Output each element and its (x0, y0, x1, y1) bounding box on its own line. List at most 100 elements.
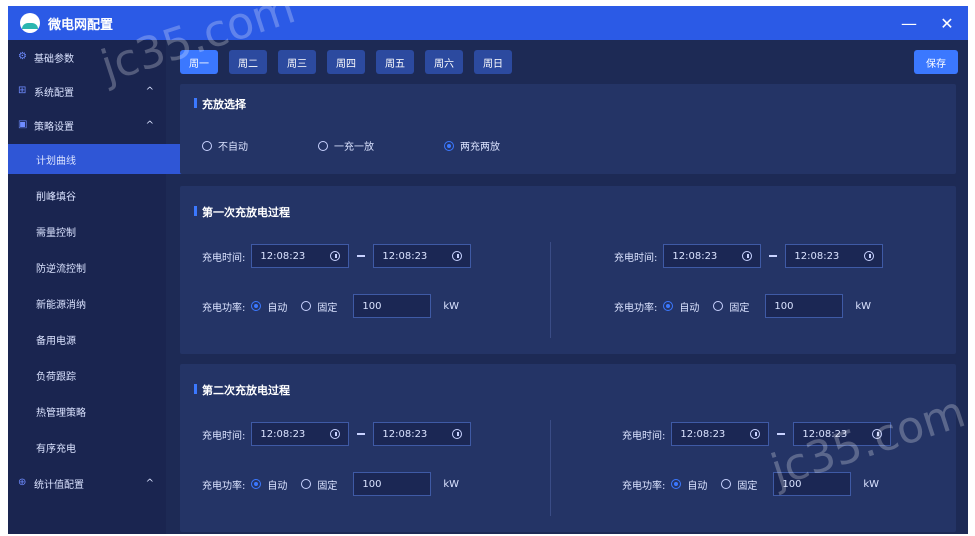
radio-selected-icon (251, 479, 262, 489)
mode-fixed-label: 固定 (729, 302, 750, 314)
app-window: 微电网配置 — ✕ ⚙ 基础参数 ⊞ 系统配置 ^ ▣ 策略设置 ^ 计划曲线 … (8, 0, 971, 534)
sidebar-item-stats-config[interactable]: ⊕ 统计值配置 ^ (8, 466, 166, 500)
sidebar-item-label: 防逆流控制 (36, 263, 86, 275)
charge-power-label: 充电功率: (202, 480, 246, 492)
sidebar-item-ordered-charging[interactable]: 有序充电 (8, 430, 194, 464)
radio-unselected-icon (318, 140, 328, 151)
radio-selected-icon (663, 301, 674, 311)
sidebar-item-demand-control[interactable]: 需量控制 (8, 214, 194, 248)
power-input[interactable]: 100 (765, 294, 844, 318)
clock-icon (330, 429, 341, 439)
start-time-input[interactable]: 12:08:23 (663, 244, 762, 268)
mode-fixed[interactable]: 固定 (721, 477, 757, 492)
tab-wednesday[interactable]: 周三 (278, 50, 316, 74)
tab-monday[interactable]: 周一 (180, 50, 218, 74)
range-dash (769, 255, 778, 257)
tab-tuesday[interactable]: 周二 (229, 50, 267, 74)
sidebar-item-basic-params[interactable]: ⚙ 基础参数 (8, 40, 166, 74)
mode-fixed-label: 固定 (317, 480, 338, 492)
clock-icon (452, 251, 463, 261)
mode-auto[interactable]: 自动 (251, 477, 287, 492)
power-input[interactable]: 100 (353, 294, 432, 318)
start-time-input[interactable]: 12:08:23 (251, 244, 350, 268)
process-1-panel: 第一次充放电过程 充电时间: 12:08:23 12:08:23 充电功率: 自… (180, 186, 956, 354)
radio-unselected-icon (301, 479, 312, 489)
process-2-left-power-row: 充电功率: 自动 固定 100 kW (202, 472, 459, 496)
sidebar-item-label: 新能源消纳 (36, 299, 86, 311)
settings-icon: ⚙ (18, 51, 27, 62)
charge-power-label: 充电功率: (622, 480, 666, 492)
process-2-left-time-row: 充电时间: 12:08:23 12:08:23 (202, 422, 472, 446)
radio-selected-icon (671, 479, 682, 489)
power-value: 100 (362, 478, 382, 490)
option-not-auto[interactable]: 不自动 (202, 138, 248, 153)
radio-unselected-icon (301, 301, 312, 311)
start-time-input[interactable]: 12:08:23 (671, 422, 770, 446)
sidebar-item-load-tracking[interactable]: 负荷跟踪 (8, 358, 194, 392)
window-title: 微电网配置 (48, 17, 114, 33)
tab-sunday[interactable]: 周日 (474, 50, 512, 74)
sidebar-item-plan-curve[interactable]: 计划曲线 (8, 144, 194, 174)
sidebar-item-thermal[interactable]: 热管理策略 (8, 394, 194, 428)
option-two-charge-two-discharge[interactable]: 两充两放 (444, 138, 500, 153)
power-value: 100 (782, 478, 802, 490)
process-2-right-time-row: 充电时间: 12:08:23 12:08:23 (622, 422, 892, 446)
mode-auto[interactable]: 自动 (251, 299, 287, 314)
sidebar-item-anti-backflow[interactable]: 防逆流控制 (8, 250, 194, 284)
clock-icon (872, 429, 883, 439)
end-time-input[interactable]: 12:08:23 (373, 244, 472, 268)
charge-select-title: 充放选择 (194, 96, 246, 112)
sidebar-item-system-config[interactable]: ⊞ 系统配置 ^ (8, 74, 166, 108)
sidebar-item-strategy[interactable]: ▣ 策略设置 ^ (8, 108, 166, 142)
close-button[interactable]: ✕ (938, 14, 956, 33)
end-time-input[interactable]: 12:08:23 (793, 422, 892, 446)
mode-auto-label: 自动 (267, 480, 288, 492)
power-input[interactable]: 100 (773, 472, 852, 496)
sidebar-item-peak-shaving[interactable]: 削峰填谷 (8, 178, 194, 212)
end-time-input[interactable]: 12:08:23 (373, 422, 472, 446)
radio-unselected-icon (202, 140, 212, 151)
clock-icon (452, 429, 463, 439)
end-time-value: 12:08:23 (382, 428, 428, 440)
option-one-charge-one-discharge[interactable]: 一充一放 (318, 138, 374, 153)
sidebar-item-label: 系统配置 (34, 87, 74, 99)
power-unit: kW (443, 300, 460, 312)
tab-thursday[interactable]: 周四 (327, 50, 365, 74)
day-tabs: 周一 周二 周三 周四 周五 周六 周日 (180, 50, 512, 74)
sidebar-item-label: 负荷跟踪 (36, 371, 76, 383)
sidebar-item-label: 基础参数 (34, 53, 74, 65)
minimize-button[interactable]: — (900, 14, 918, 33)
charge-time-label: 充电时间: (202, 430, 246, 442)
mode-auto[interactable]: 自动 (663, 299, 699, 314)
start-time-input[interactable]: 12:08:23 (251, 422, 350, 446)
mode-fixed-label: 固定 (737, 480, 758, 492)
end-time-input[interactable]: 12:08:23 (785, 244, 884, 268)
mode-auto[interactable]: 自动 (671, 477, 707, 492)
sidebar: ⚙ 基础参数 ⊞ 系统配置 ^ ▣ 策略设置 ^ 计划曲线 削峰填谷 需量控制 … (8, 40, 194, 534)
mode-fixed[interactable]: 固定 (713, 299, 749, 314)
power-unit: kW (855, 300, 872, 312)
save-button[interactable]: 保存 (914, 50, 958, 74)
sidebar-item-backup-power[interactable]: 备用电源 (8, 322, 194, 356)
power-input[interactable]: 100 (353, 472, 432, 496)
mode-fixed-label: 固定 (317, 302, 338, 314)
radio-selected-icon (251, 301, 262, 311)
sidebar-item-label: 有序充电 (36, 443, 76, 455)
mode-fixed[interactable]: 固定 (301, 477, 337, 492)
process-1-right-time-row: 充电时间: 12:08:23 12:08:23 (614, 244, 884, 268)
start-time-value: 12:08:23 (680, 428, 726, 440)
mode-fixed[interactable]: 固定 (301, 299, 337, 314)
range-dash (777, 433, 786, 435)
panel-divider (550, 242, 551, 338)
sidebar-item-label: 备用电源 (36, 335, 76, 347)
option-label: 一充一放 (334, 142, 374, 153)
title-bar: 微电网配置 — ✕ (8, 6, 968, 40)
sidebar-item-renewables[interactable]: 新能源消纳 (8, 286, 194, 320)
tab-saturday[interactable]: 周六 (425, 50, 463, 74)
tab-friday[interactable]: 周五 (376, 50, 414, 74)
range-dash (357, 255, 366, 257)
option-label: 不自动 (218, 142, 248, 153)
stats-icon: ⊕ (18, 477, 27, 488)
clock-icon (750, 429, 761, 439)
charge-power-label: 充电功率: (202, 302, 246, 314)
